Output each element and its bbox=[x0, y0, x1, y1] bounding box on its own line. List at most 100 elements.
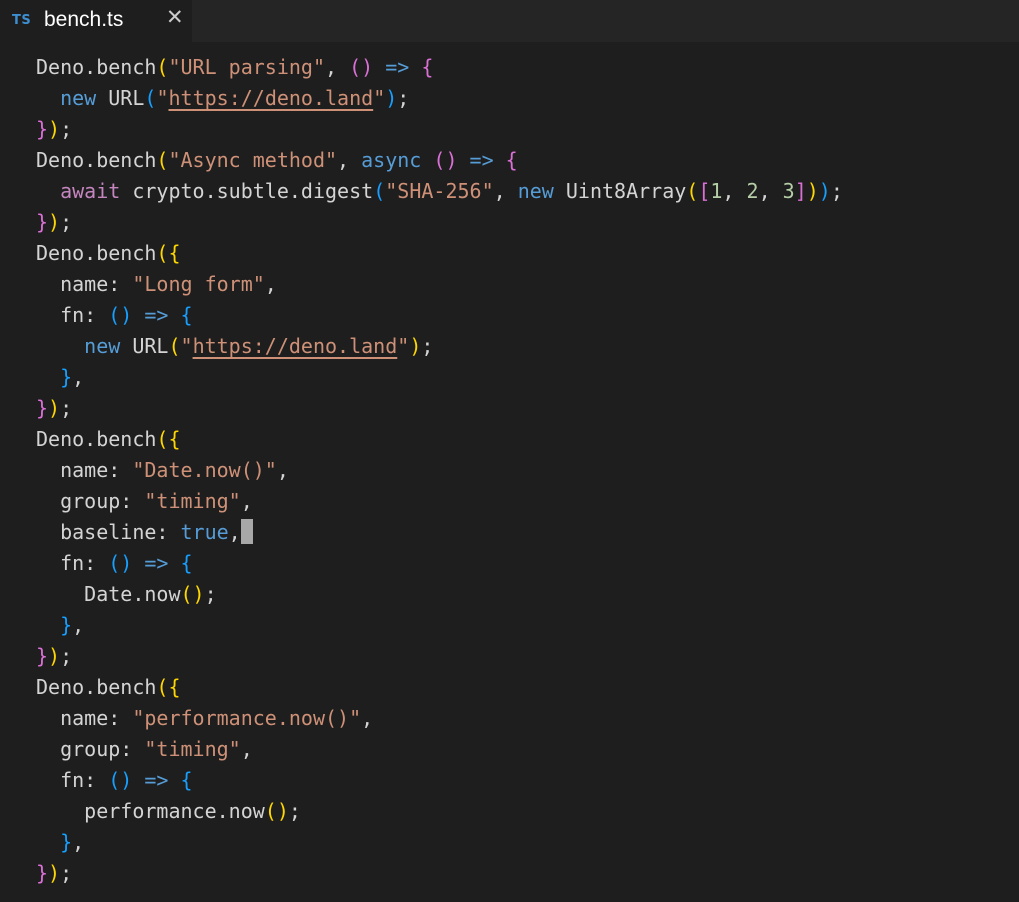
tab-bar: TS bench.ts ✕ bbox=[0, 0, 1019, 42]
text-cursor bbox=[240, 519, 253, 544]
code-line[interactable]: }); bbox=[36, 114, 843, 145]
code-token: name: bbox=[36, 706, 133, 730]
code-token: () bbox=[108, 551, 133, 575]
code-token: "performance.now()" bbox=[132, 706, 362, 730]
code-editor[interactable]: Deno.bench("URL parsing", () => { new UR… bbox=[0, 50, 1019, 902]
code-token: ; bbox=[421, 334, 434, 358]
code-token: } bbox=[60, 365, 73, 389]
code-token: , bbox=[325, 55, 350, 79]
code-token: group: bbox=[36, 737, 145, 761]
code-line[interactable]: name: "performance.now()", bbox=[36, 703, 843, 734]
code-line[interactable]: new URL("https://deno.land"); bbox=[36, 331, 843, 362]
code-line[interactable]: Deno.bench({ bbox=[36, 238, 843, 269]
code-token: => bbox=[132, 551, 181, 575]
code-token: } bbox=[36, 210, 49, 234]
code-line[interactable]: name: "Date.now()", bbox=[36, 455, 843, 486]
code-line[interactable]: Deno.bench("URL parsing", () => { bbox=[36, 52, 843, 83]
code-token: "SHA-256" bbox=[385, 179, 494, 203]
code-token: , bbox=[228, 520, 241, 544]
code-line[interactable]: Deno.bench("Async method", async () => { bbox=[36, 145, 843, 176]
code-token: new bbox=[60, 86, 97, 110]
code-token: "timing" bbox=[144, 737, 241, 761]
code-token: ; bbox=[60, 644, 73, 668]
code-token: , bbox=[72, 365, 85, 389]
code-token: } bbox=[60, 830, 73, 854]
code-token: name: bbox=[36, 458, 133, 482]
code-line[interactable]: baseline: true, bbox=[36, 517, 843, 548]
code-token: Deno.bench bbox=[36, 427, 157, 451]
code-line[interactable]: fn: () => { bbox=[36, 300, 843, 331]
code-token: { bbox=[180, 768, 193, 792]
code-line[interactable]: }); bbox=[36, 207, 843, 238]
code-token: " bbox=[373, 86, 386, 110]
code-token: () bbox=[433, 148, 458, 172]
code-token: " bbox=[156, 86, 169, 110]
code-line[interactable]: Deno.bench({ bbox=[36, 424, 843, 455]
code-line[interactable]: await crypto.subtle.digest("SHA-256", ne… bbox=[36, 176, 843, 207]
code-token: crypto.subtle.digest bbox=[120, 179, 374, 203]
code-token: ) bbox=[48, 210, 61, 234]
code-token: Deno.bench bbox=[36, 241, 157, 265]
code-line[interactable]: group: "timing", bbox=[36, 734, 843, 765]
code-token: ; bbox=[397, 86, 410, 110]
code-line[interactable]: fn: () => { bbox=[36, 548, 843, 579]
code-line[interactable]: Deno.bench({ bbox=[36, 672, 843, 703]
code-token: () bbox=[108, 303, 133, 327]
code-token: ; bbox=[60, 396, 73, 420]
code-token: => bbox=[457, 148, 506, 172]
code-line[interactable]: }, bbox=[36, 362, 843, 393]
code-line[interactable]: fn: () => { bbox=[36, 765, 843, 796]
code-token: ({ bbox=[156, 241, 181, 265]
code-token: new bbox=[84, 334, 121, 358]
code-line[interactable]: }); bbox=[36, 858, 843, 889]
code-line[interactable]: new URL("https://deno.land"); bbox=[36, 83, 843, 114]
code-token: ( bbox=[156, 55, 169, 79]
code-token: => bbox=[373, 55, 422, 79]
code-line[interactable]: }, bbox=[36, 827, 843, 858]
code-token: true bbox=[180, 520, 229, 544]
code-token: , bbox=[72, 830, 85, 854]
typescript-icon: TS bbox=[12, 13, 32, 28]
code-line[interactable]: }, bbox=[36, 610, 843, 641]
code-token: , bbox=[758, 179, 783, 203]
code-token: ) bbox=[385, 86, 398, 110]
code-token: ({ bbox=[156, 427, 181, 451]
code-line[interactable]: }); bbox=[36, 641, 843, 672]
code-line[interactable]: Date.now(); bbox=[36, 579, 843, 610]
code-token: ) bbox=[48, 861, 61, 885]
code-token: https://deno.land bbox=[168, 86, 374, 110]
code-token: ; bbox=[60, 861, 73, 885]
code-token: URL bbox=[96, 86, 145, 110]
code-token: ) bbox=[48, 117, 61, 141]
code-token: Deno.bench bbox=[36, 148, 157, 172]
code-token: URL bbox=[120, 334, 169, 358]
code-line[interactable]: performance.now(); bbox=[36, 796, 843, 827]
code-token: } bbox=[36, 644, 49, 668]
code-token: "URL parsing" bbox=[168, 55, 326, 79]
code-content[interactable]: Deno.bench("URL parsing", () => { new UR… bbox=[36, 52, 843, 889]
code-token: , bbox=[72, 613, 85, 637]
code-token: , bbox=[240, 737, 253, 761]
code-line[interactable]: group: "timing", bbox=[36, 486, 843, 517]
code-token: ) bbox=[48, 644, 61, 668]
tab-bench-ts[interactable]: TS bench.ts ✕ bbox=[0, 0, 192, 42]
code-token: () bbox=[108, 768, 133, 792]
code-token: [ bbox=[698, 179, 711, 203]
code-line[interactable]: }); bbox=[36, 393, 843, 424]
code-token: 2 bbox=[746, 179, 759, 203]
code-token: await bbox=[60, 179, 121, 203]
close-icon[interactable]: ✕ bbox=[166, 5, 184, 29]
code-token: fn: bbox=[36, 551, 109, 575]
code-token: Deno.bench bbox=[36, 55, 157, 79]
code-line[interactable]: name: "Long form", bbox=[36, 269, 843, 300]
code-token: , bbox=[722, 179, 747, 203]
code-token: ) bbox=[806, 179, 819, 203]
code-token: "Date.now()" bbox=[132, 458, 277, 482]
code-token: ; bbox=[288, 799, 301, 823]
code-token: } bbox=[36, 396, 49, 420]
code-token: async bbox=[361, 148, 422, 172]
